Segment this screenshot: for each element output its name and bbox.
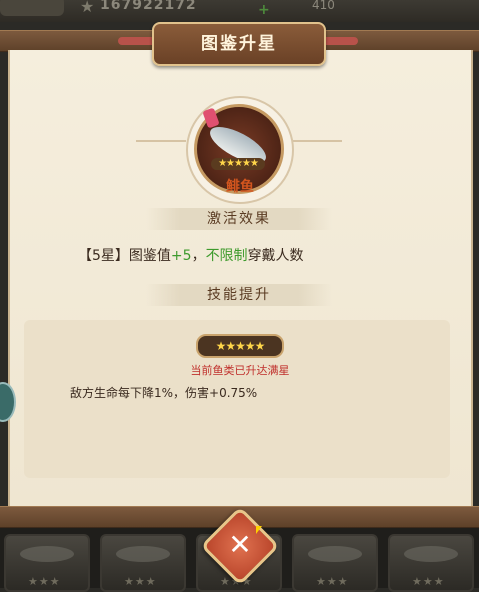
- skill-star-badge: ★★★★★: [196, 334, 284, 358]
- effect-value: +5: [170, 248, 192, 264]
- card-stars: ★★★: [316, 575, 349, 588]
- divider-line: [292, 140, 342, 142]
- fish-card[interactable]: ★★★: [388, 534, 474, 592]
- fish-icon: [308, 546, 362, 562]
- section-header-skill: 技能提升: [146, 284, 332, 306]
- top-hud: ★ 167922172 + 410: [0, 0, 479, 22]
- fish-tag-icon: [202, 107, 220, 129]
- card-stars: ★★★: [124, 575, 157, 588]
- fish-star-rating: ★★★★★: [211, 158, 265, 170]
- fish-icon: [116, 546, 170, 562]
- dialog-title: 图鉴升星: [152, 22, 326, 66]
- count-value: 410: [312, 0, 335, 12]
- fish-icon: [20, 546, 74, 562]
- card-stars: ★★★: [412, 575, 445, 588]
- effect-separator: ，: [191, 248, 206, 264]
- fish-card[interactable]: ★★★: [292, 534, 378, 592]
- cursor-icon: [256, 526, 262, 534]
- divider-line: [136, 140, 186, 142]
- effect-unlimited: 不限制: [205, 248, 248, 264]
- card-stars: ★★★: [28, 575, 61, 588]
- fish-name: 鲱鱼: [226, 179, 254, 195]
- fish-card[interactable]: ★★★: [100, 534, 186, 592]
- currency-icon: [0, 0, 64, 16]
- effect-prefix: 【5星】图鉴值: [78, 248, 171, 264]
- score-value: 167922172: [100, 0, 197, 13]
- fish-icon: [404, 546, 458, 562]
- star-icon: ★: [80, 0, 95, 16]
- fish-card[interactable]: ★★★: [4, 534, 90, 592]
- section-header-effect: 激活效果: [146, 208, 332, 230]
- add-currency-button[interactable]: +: [258, 2, 270, 18]
- skill-description: 敌方生命每下降1%，伤害+0.75%: [70, 386, 258, 400]
- max-star-notice: 当前鱼类已升达满星: [190, 364, 290, 377]
- activation-effect-text: 【5星】图鉴值+5，不限制穿戴人数: [78, 245, 408, 265]
- effect-suffix: 穿戴人数: [247, 248, 304, 264]
